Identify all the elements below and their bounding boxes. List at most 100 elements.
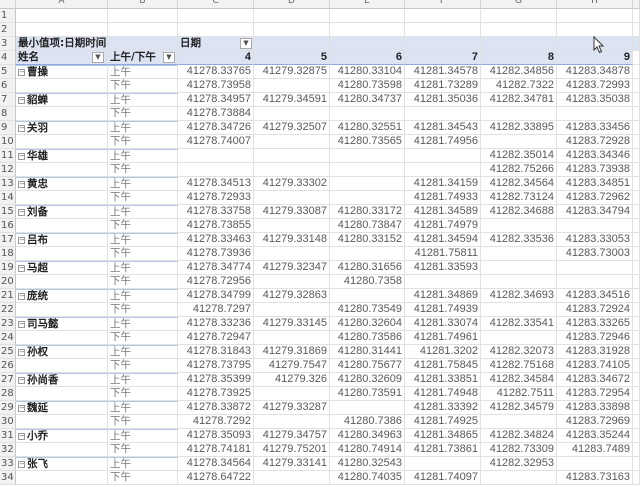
value-cell[interactable]: 41278.34564	[178, 457, 254, 471]
value-cell[interactable]: 41280.7358	[330, 275, 405, 289]
ampm-cell[interactable]: 上午	[108, 429, 178, 443]
cell[interactable]	[16, 443, 108, 457]
value-cell[interactable]: 41278.64722	[178, 471, 254, 485]
collapse-icon[interactable]: −	[18, 377, 25, 384]
value-cell[interactable]: 41278.35093	[178, 429, 254, 443]
collapse-icon[interactable]: −	[18, 153, 25, 160]
cell[interactable]	[557, 23, 633, 37]
value-cell[interactable]	[254, 275, 330, 289]
cell[interactable]	[108, 23, 178, 37]
row-number[interactable]: 22	[0, 303, 16, 317]
cell[interactable]	[254, 9, 330, 23]
value-cell[interactable]	[254, 219, 330, 233]
row-number[interactable]: 8	[0, 107, 16, 121]
value-cell[interactable]	[330, 149, 405, 163]
row-number[interactable]: 29	[0, 401, 16, 415]
ampm-cell[interactable]: 上午	[108, 233, 178, 247]
cell[interactable]	[633, 303, 640, 317]
value-cell[interactable]	[481, 303, 557, 317]
value-cell[interactable]	[557, 107, 633, 121]
column-header-A[interactable]: A	[16, 0, 108, 9]
cell[interactable]	[633, 93, 640, 107]
cell[interactable]	[108, 37, 178, 51]
value-cell[interactable]: 41278.73884	[178, 107, 254, 121]
cell[interactable]	[405, 9, 481, 23]
cell[interactable]	[633, 219, 640, 233]
value-cell[interactable]	[254, 303, 330, 317]
cell[interactable]	[16, 415, 108, 429]
cell[interactable]	[16, 247, 108, 261]
name-cell[interactable]: − 吕布	[16, 233, 108, 247]
value-cell[interactable]: 41280.74035	[330, 471, 405, 485]
row-number[interactable]: 30	[0, 415, 16, 429]
value-cell[interactable]: 41280.34963	[330, 429, 405, 443]
value-cell[interactable]: 41282.73124	[481, 191, 557, 205]
value-cell[interactable]: 41281.33851	[405, 373, 481, 387]
value-cell[interactable]: 41283.7489	[557, 443, 633, 457]
value-cell[interactable]: 41282.34781	[481, 93, 557, 107]
column-header-I[interactable]	[633, 0, 640, 9]
value-cell[interactable]: 41279.33141	[254, 457, 330, 471]
value-cell[interactable]	[481, 135, 557, 149]
ampm-cell[interactable]: 上午	[108, 345, 178, 359]
value-cell[interactable]	[481, 471, 557, 485]
value-cell[interactable]: 41283.34516	[557, 289, 633, 303]
value-cell[interactable]: 41282.32953	[481, 457, 557, 471]
cell[interactable]	[633, 177, 640, 191]
cell[interactable]	[16, 107, 108, 121]
value-cell[interactable]	[481, 275, 557, 289]
cell[interactable]	[633, 37, 640, 51]
value-cell[interactable]: 41282.34584	[481, 373, 557, 387]
cell[interactable]	[633, 121, 640, 135]
cell[interactable]	[254, 23, 330, 37]
value-cell[interactable]	[254, 79, 330, 93]
ampm-cell[interactable]: 下午	[108, 443, 178, 457]
collapse-icon[interactable]: −	[18, 125, 25, 132]
value-cell[interactable]: 41283.34794	[557, 205, 633, 219]
cell[interactable]	[330, 23, 405, 37]
cell[interactable]	[633, 457, 640, 471]
value-cell[interactable]: 41281.34869	[405, 289, 481, 303]
name-cell[interactable]: − 庞统	[16, 289, 108, 303]
value-cell[interactable]: 41279.32875	[254, 65, 330, 79]
filter-dropdown-icon[interactable]: ▼	[240, 38, 252, 49]
value-cell[interactable]	[557, 219, 633, 233]
row-number[interactable]: 4	[0, 51, 16, 65]
value-cell[interactable]: 41280.33104	[330, 65, 405, 79]
value-cell[interactable]: 41278.33463	[178, 233, 254, 247]
cell[interactable]	[633, 107, 640, 121]
cell[interactable]	[330, 9, 405, 23]
value-cell[interactable]: 41281.73289	[405, 79, 481, 93]
value-cell[interactable]: 41278.74007	[178, 135, 254, 149]
collapse-icon[interactable]: −	[18, 349, 25, 356]
value-cell[interactable]: 41283.35038	[557, 93, 633, 107]
row-number[interactable]: 28	[0, 387, 16, 401]
cell[interactable]	[633, 79, 640, 93]
value-cell[interactable]: 41282.34564	[481, 177, 557, 191]
cell[interactable]	[633, 51, 640, 65]
cell[interactable]	[405, 37, 481, 51]
value-cell[interactable]: 41280.32604	[330, 317, 405, 331]
cell[interactable]	[16, 135, 108, 149]
value-cell[interactable]	[481, 415, 557, 429]
cell[interactable]	[16, 163, 108, 177]
value-cell[interactable]: 41280.31441	[330, 345, 405, 359]
value-cell[interactable]	[557, 275, 633, 289]
column-header-G[interactable]: G	[481, 0, 557, 9]
cell[interactable]	[16, 387, 108, 401]
value-cell[interactable]: 41279.31869	[254, 345, 330, 359]
value-cell[interactable]: 41280.34737	[330, 93, 405, 107]
collapse-icon[interactable]: −	[18, 433, 25, 440]
value-cell[interactable]: 41282.33895	[481, 121, 557, 135]
value-cell[interactable]: 41278.34726	[178, 121, 254, 135]
row-number[interactable]: 32	[0, 443, 16, 457]
value-cell[interactable]: 41278.33236	[178, 317, 254, 331]
value-cell[interactable]: 41283.72928	[557, 135, 633, 149]
value-cell[interactable]: 41279.32863	[254, 289, 330, 303]
cell[interactable]	[633, 135, 640, 149]
value-cell[interactable]	[481, 247, 557, 261]
cell[interactable]	[16, 471, 108, 485]
value-cell[interactable]: 41280.31656	[330, 261, 405, 275]
value-cell[interactable]: 41281.34159	[405, 177, 481, 191]
value-cell[interactable]: 41283.35244	[557, 429, 633, 443]
